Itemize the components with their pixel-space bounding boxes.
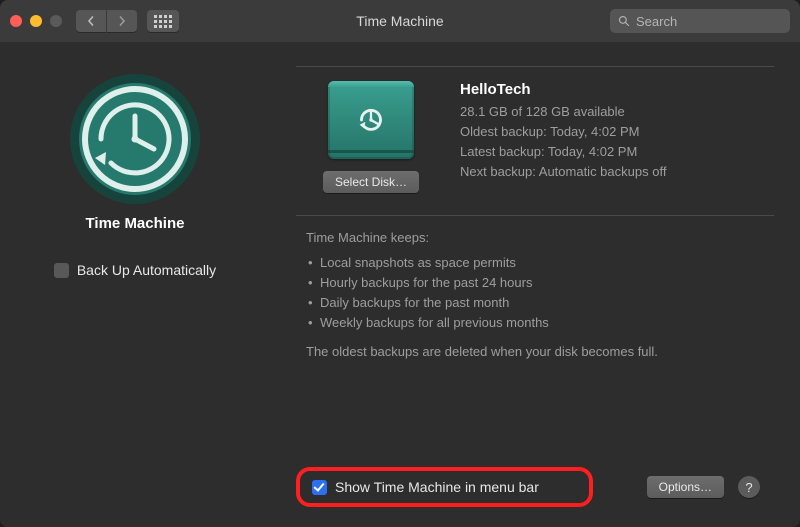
back-button[interactable] bbox=[76, 10, 106, 32]
backup-disk-icon bbox=[328, 81, 414, 159]
checkbox-checked-icon bbox=[312, 480, 327, 495]
forward-button[interactable] bbox=[107, 10, 137, 32]
search-icon bbox=[618, 15, 630, 27]
search-wrap bbox=[610, 9, 790, 33]
footer: Show Time Machine in menu bar Options… ? bbox=[296, 455, 774, 527]
disk-info: HelloTech 28.1 GB of 128 GB available Ol… bbox=[460, 81, 764, 193]
search-field[interactable] bbox=[610, 9, 790, 33]
sidebar-title: Time Machine bbox=[86, 215, 185, 232]
disk-name: HelloTech bbox=[460, 81, 764, 98]
sidebar: Time Machine Back Up Automatically bbox=[0, 42, 270, 527]
list-item: Daily backups for the past month bbox=[308, 293, 764, 313]
keeps-section: Time Machine keeps: Local snapshots as s… bbox=[296, 230, 774, 359]
list-item: Hourly backups for the past 24 hours bbox=[308, 273, 764, 293]
checkbox-icon bbox=[54, 263, 69, 278]
titlebar: Time Machine bbox=[0, 0, 800, 42]
auto-backup-checkbox[interactable]: Back Up Automatically bbox=[54, 262, 216, 278]
divider bbox=[296, 215, 774, 216]
next-backup: Next backup: Automatic backups off bbox=[460, 162, 764, 182]
help-button[interactable]: ? bbox=[738, 476, 760, 498]
chevron-right-icon bbox=[117, 16, 127, 26]
latest-backup: Latest backup: Today, 4:02 PM bbox=[460, 142, 764, 162]
select-disk-button[interactable]: Select Disk… bbox=[323, 171, 419, 193]
nav-buttons bbox=[76, 10, 137, 32]
options-button[interactable]: Options… bbox=[647, 476, 724, 498]
main-pane: Select Disk… HelloTech 28.1 GB of 128 GB… bbox=[270, 42, 800, 527]
chevron-left-icon bbox=[86, 16, 96, 26]
list-item: Weekly backups for all previous months bbox=[308, 313, 764, 333]
close-window-button[interactable] bbox=[10, 15, 22, 27]
keeps-heading: Time Machine keeps: bbox=[306, 230, 764, 245]
list-item: Local snapshots as space permits bbox=[308, 253, 764, 273]
auto-backup-label: Back Up Automatically bbox=[77, 262, 216, 278]
traffic-lights bbox=[10, 15, 62, 27]
time-machine-icon bbox=[68, 72, 202, 206]
maximize-window-button[interactable] bbox=[50, 15, 62, 27]
show-in-menu-bar-checkbox[interactable]: Show Time Machine in menu bar bbox=[312, 479, 539, 495]
disk-space: 28.1 GB of 128 GB available bbox=[460, 102, 764, 122]
show-all-button[interactable] bbox=[147, 10, 179, 32]
minimize-window-button[interactable] bbox=[30, 15, 42, 27]
disk-column: Select Disk… bbox=[306, 81, 436, 193]
body: Time Machine Back Up Automatically bbox=[0, 42, 800, 527]
search-input[interactable] bbox=[636, 14, 800, 29]
keeps-list: Local snapshots as space permits Hourly … bbox=[306, 253, 764, 334]
preferences-window: Time Machine Time Machine bbox=[0, 0, 800, 527]
show-in-menu-bar-label: Show Time Machine in menu bar bbox=[335, 479, 539, 495]
grid-icon bbox=[154, 15, 172, 28]
keeps-note: The oldest backups are deleted when your… bbox=[306, 344, 764, 359]
highlight-box: Show Time Machine in menu bar bbox=[296, 467, 593, 507]
disk-row: Select Disk… HelloTech 28.1 GB of 128 GB… bbox=[296, 81, 774, 209]
divider bbox=[296, 66, 774, 67]
oldest-backup: Oldest backup: Today, 4:02 PM bbox=[460, 122, 764, 142]
